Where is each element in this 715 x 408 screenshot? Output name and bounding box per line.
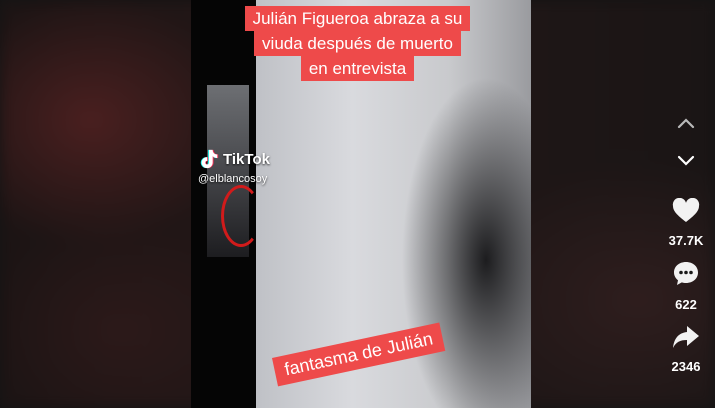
like-count: 37.7K <box>668 233 704 248</box>
share-button[interactable]: 2346 <box>671 324 701 374</box>
comment-bubble-icon <box>672 260 700 293</box>
heart-icon <box>672 197 700 229</box>
red-circle-marker <box>221 185 261 247</box>
share-arrow-icon <box>672 324 700 355</box>
tiktok-watermark: TikTok @elblancosoy <box>198 148 270 185</box>
share-count: 2346 <box>671 359 701 374</box>
chevron-up-icon <box>677 116 695 134</box>
headline-line: Julián Figueroa abraza a su <box>244 6 471 31</box>
previous-video-button[interactable] <box>671 112 701 138</box>
tiktok-note-icon <box>198 148 220 170</box>
comment-count: 622 <box>675 297 697 312</box>
like-button[interactable]: 37.7K <box>668 197 704 248</box>
action-rail: 37.7K 622 2346 <box>660 112 712 374</box>
headline-line: en entrevista <box>300 56 415 81</box>
headline-line: viuda después de muerto <box>254 31 461 56</box>
headline-caption: Julián Figueroa abraza a su viuda despué… <box>0 6 715 81</box>
comment-button[interactable]: 622 <box>672 260 700 312</box>
creator-handle: @elblancosoy <box>198 173 268 185</box>
next-video-button[interactable] <box>671 150 701 176</box>
chevron-down-icon <box>677 154 695 172</box>
tiktok-brand-label: TikTok <box>223 150 270 168</box>
